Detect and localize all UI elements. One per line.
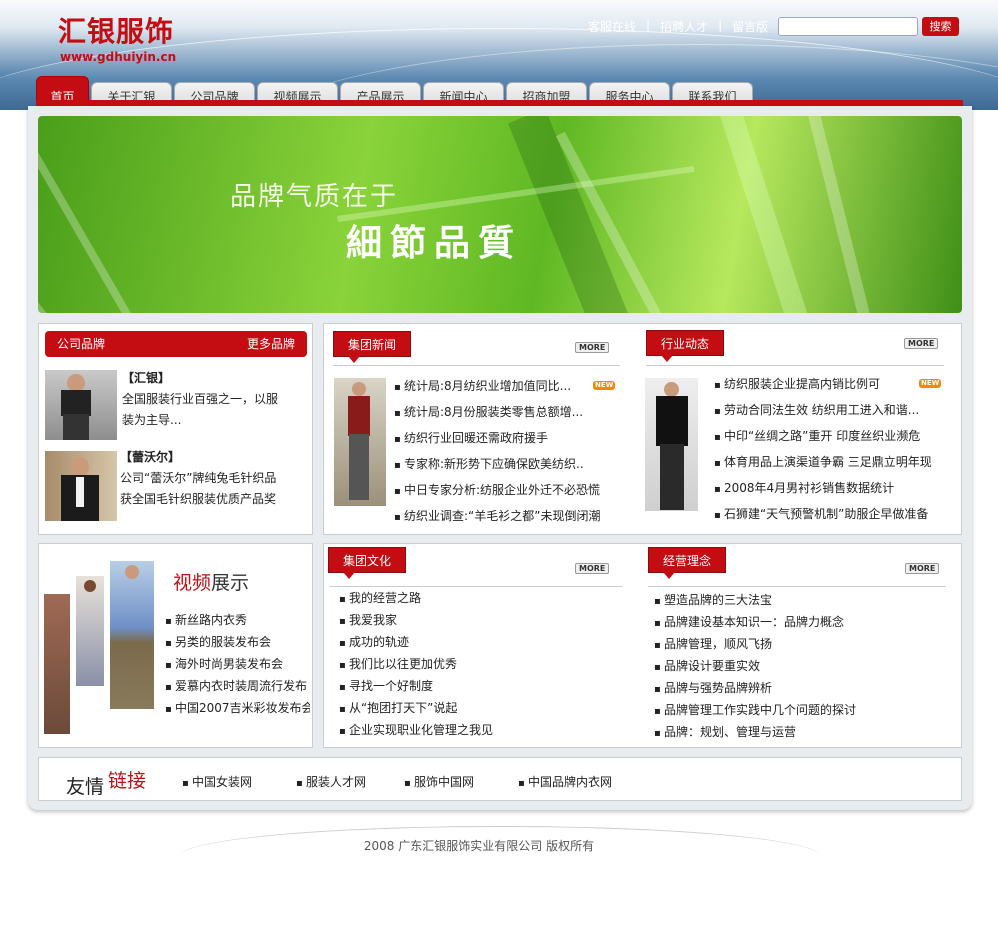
top-links: 客服在线 | 招聘人才 | 留言版 xyxy=(588,18,769,35)
banner-slogan-1: 品牌气质在于 xyxy=(230,182,399,212)
list-item[interactable]: 爱慕内衣时装周流行发布 xyxy=(165,675,310,697)
list-item[interactable]: 专家称:新形势下应确保欧美纺织.. xyxy=(394,451,622,477)
copyright: 2008 广东汇银服饰实业有限公司 版权所有 xyxy=(363,839,595,853)
brand-name-huiyin[interactable]: 【汇银】 xyxy=(122,368,282,389)
new-badge: NEW xyxy=(593,381,616,390)
list-item[interactable]: 纺织业调查:“羊毛衫之都”未现倒闭潮 xyxy=(394,503,622,529)
friend-links-title-a: 友情 xyxy=(66,776,105,798)
list-item[interactable]: 中国2007吉米彩妆发布会 xyxy=(165,697,310,719)
list-item[interactable]: 体育用品上演渠道争霸 三足鼎立明年现 xyxy=(714,449,950,475)
more-brands-link[interactable]: 更多品牌 xyxy=(247,331,295,357)
list-item[interactable]: 我的经营之路 xyxy=(339,587,619,609)
group-news-title: 集团新闻 xyxy=(333,331,412,363)
list-item[interactable]: 纺织服装企业提高内销比例可 xyxy=(714,371,950,397)
logo-url: www.gdhuiyin.cn xyxy=(60,50,177,64)
industry-news-title: 行业动态 xyxy=(646,330,725,362)
brand-box-title: 公司品牌 xyxy=(57,337,106,351)
culture-list: 我的经营之路 我爱我家 成功的轨迹 我们比以往更加优秀 寻找一个好制度 从“抱团… xyxy=(339,587,619,741)
top-link-jobs[interactable]: 招聘人才 xyxy=(660,18,708,35)
list-item[interactable]: 品牌与强势品牌辨析 xyxy=(654,677,954,699)
list-item[interactable]: 品牌管理工作实践中几个问题的探讨 xyxy=(654,699,954,721)
culture-more[interactable]: MORE xyxy=(575,563,610,574)
brand-box-header: 公司品牌 更多品牌 xyxy=(45,331,307,357)
search-input[interactable] xyxy=(778,17,918,36)
video-image-3 xyxy=(110,561,154,709)
video-list: 新丝路内衣秀 另类的服装发布会 海外时尚男装发布会 爱慕内衣时装周流行发布 中国… xyxy=(165,609,310,719)
list-item[interactable]: 品牌：规划、管理与运营 xyxy=(654,721,954,743)
industry-news-list: 纺织服装企业提高内销比例可 劳动合同法生效 纺织用工进入和谐... 中印“丝绸之… xyxy=(714,371,950,527)
list-item[interactable]: 品牌管理，顺风飞扬 xyxy=(654,633,954,655)
brand-desc-leiwoer: 公司“蕾沃尔”牌纯兔毛针织品获全国毛针织服装优质产品奖 xyxy=(120,471,277,506)
group-news-image xyxy=(334,378,386,506)
group-news-more[interactable]: MORE xyxy=(575,342,610,353)
top-link-guestbook[interactable]: 留言版 xyxy=(732,18,768,35)
list-item[interactable]: 成功的轨迹 xyxy=(339,631,619,653)
friend-link-2[interactable]: 服装人才网 xyxy=(296,773,366,790)
top-link-service[interactable]: 客服在线 xyxy=(588,18,636,35)
list-item[interactable]: 统计局:8月份服装类零售总额增... xyxy=(394,399,622,425)
industry-news-image xyxy=(645,378,698,511)
list-item[interactable]: 品牌建设基本知识一：品牌力概念 xyxy=(654,611,954,633)
culture-title: 集团文化 xyxy=(328,547,407,579)
friend-links-box xyxy=(38,757,962,801)
list-item[interactable]: 2008年4月男衬衫销售数据统计 xyxy=(714,475,950,501)
concept-more[interactable]: MORE xyxy=(905,563,940,574)
list-item[interactable]: 中日专家分析:纺服企业外迁不必恐慌 xyxy=(394,477,622,503)
list-item[interactable]: 品牌设计要重实效 xyxy=(654,655,954,677)
brand-desc-huiyin: 全国服装行业百强之一，以服装为主导... xyxy=(122,392,279,427)
list-item[interactable]: 海外时尚男装发布会 xyxy=(165,653,310,675)
list-item[interactable]: 纺织行业回暖还需政府援手 xyxy=(394,425,622,451)
list-item[interactable]: 我们比以往更加优秀 xyxy=(339,653,619,675)
search-button[interactable]: 搜索 xyxy=(922,17,959,36)
friend-link-1[interactable]: 中国女装网 xyxy=(182,773,252,790)
list-item[interactable]: 企业实现职业化管理之我见 xyxy=(339,719,619,741)
video-image-2 xyxy=(76,576,104,686)
brand-image-leiwoer[interactable] xyxy=(45,451,117,521)
video-image-1 xyxy=(44,594,70,734)
industry-news-more[interactable]: MORE xyxy=(904,338,939,349)
video-title-a: 视频 xyxy=(173,572,212,594)
banner: 品牌气质在于 細節品質 xyxy=(38,116,962,313)
friend-link-3[interactable]: 服饰中国网 xyxy=(404,773,474,790)
video-title-b: 展示 xyxy=(211,572,250,594)
group-news-list: 统计局:8月纺织业增加值同比... 统计局:8月份服装类零售总额增... 纺织行… xyxy=(394,373,622,529)
new-badge: NEW xyxy=(919,379,942,388)
list-item[interactable]: 从“抱团打天下”说起 xyxy=(339,697,619,719)
banner-slogan-2: 細節品質 xyxy=(346,222,523,264)
list-item[interactable]: 新丝路内衣秀 xyxy=(165,609,310,631)
friend-links-title-b: 链接 xyxy=(108,770,147,792)
concept-title: 经营理念 xyxy=(648,547,727,579)
list-item[interactable]: 另类的服装发布会 xyxy=(165,631,310,653)
list-item[interactable]: 劳动合同法生效 纺织用工进入和谐... xyxy=(714,397,950,423)
logo[interactable]: 汇银服饰 xyxy=(58,10,174,50)
brand-image-huiyin[interactable] xyxy=(45,370,117,440)
list-item[interactable]: 我爱我家 xyxy=(339,609,619,631)
list-item[interactable]: 塑造品牌的三大法宝 xyxy=(654,589,954,611)
list-item[interactable]: 统计局:8月纺织业增加值同比... xyxy=(394,373,622,399)
brand-name-leiwoer[interactable]: 【蕾沃尔】 xyxy=(120,447,285,468)
list-item[interactable]: 石狮建“天气预警机制”助服企早做准备 xyxy=(714,501,950,527)
list-item[interactable]: 寻找一个好制度 xyxy=(339,675,619,697)
friend-link-4[interactable]: 中国品牌内衣网 xyxy=(518,773,612,790)
concept-list: 塑造品牌的三大法宝 品牌建设基本知识一：品牌力概念 品牌管理，顺风飞扬 品牌设计… xyxy=(654,589,954,743)
list-item[interactable]: 中印“丝绸之路”重开 印度丝织业濒危 xyxy=(714,423,950,449)
